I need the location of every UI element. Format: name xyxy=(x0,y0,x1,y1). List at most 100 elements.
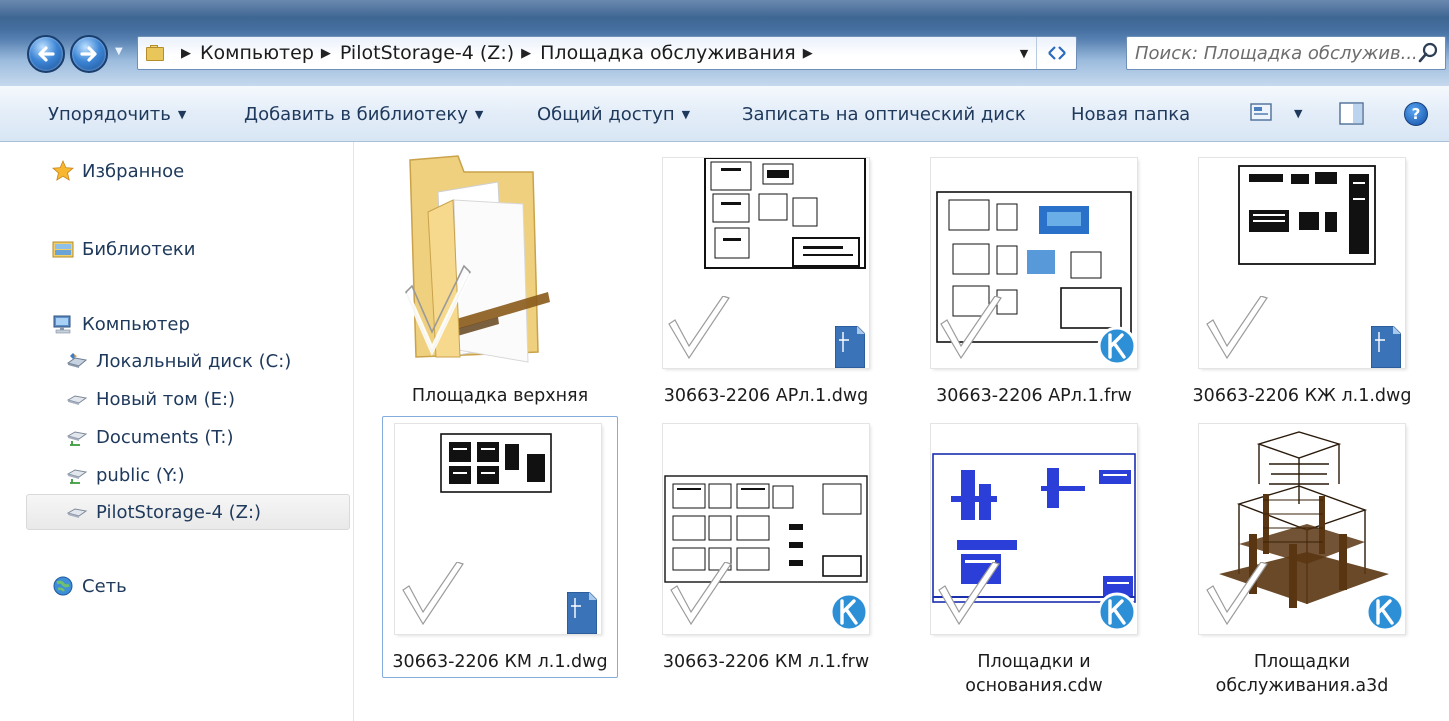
nav-network-label: Сеть xyxy=(82,575,127,597)
nav-libraries-label: Библиотеки xyxy=(82,238,196,260)
refresh-button[interactable] xyxy=(1036,37,1076,69)
preview-pane-button[interactable] xyxy=(1339,102,1365,130)
network-drive-icon xyxy=(66,426,88,448)
breadcrumb-current-folder[interactable]: Площадка обслуживания xyxy=(540,42,796,64)
breadcrumb-separator-icon[interactable]: ▶ xyxy=(803,46,813,61)
file-thumbnail xyxy=(663,158,869,368)
window-left-edge xyxy=(0,142,12,721)
file-name-line2: основания.cdw xyxy=(965,676,1103,696)
file-name: 30663-2206 КМ л.1.frw xyxy=(662,652,870,672)
star-icon xyxy=(52,160,74,182)
file-thumbnail xyxy=(1199,424,1405,634)
burn-label: Записать на оптический диск xyxy=(742,103,1026,125)
kompas-file-icon xyxy=(1097,592,1137,632)
checkmark-overlay-icon xyxy=(1206,562,1268,626)
organize-label: Упорядочить xyxy=(48,103,171,125)
breadcrumb-computer[interactable]: Компьютер xyxy=(200,42,314,64)
forward-button[interactable] xyxy=(70,35,108,73)
file-thumbnail xyxy=(1199,158,1405,368)
nav-drive-y-label: public (Y:) xyxy=(96,464,185,486)
checkmark-overlay-icon xyxy=(402,562,464,626)
checkmark-overlay-icon xyxy=(670,562,732,626)
dwg-file-icon xyxy=(835,326,865,368)
back-button[interactable] xyxy=(27,35,65,73)
change-view-button[interactable]: ▼ xyxy=(1250,102,1302,124)
kompas-file-icon xyxy=(1365,592,1405,632)
file-name: 30663-2206 КМ л.1.dwg xyxy=(392,652,608,672)
dropdown-caret-icon: ▼ xyxy=(474,107,484,121)
drive-icon xyxy=(66,501,88,523)
breadcrumb: ▶ Компьютер ▶ PilotStorage-4 (Z:) ▶ Площ… xyxy=(174,42,822,64)
file-thumbnail xyxy=(395,424,601,634)
address-history-dropdown[interactable]: ▼ xyxy=(1012,47,1036,60)
burn-button[interactable]: Записать на оптический диск xyxy=(742,86,1026,142)
address-bar[interactable]: ▶ Компьютер ▶ PilotStorage-4 (Z:) ▶ Площ… xyxy=(137,36,1077,70)
file-name: Площадки обслуживания.a3d xyxy=(1182,650,1422,698)
refresh-icon xyxy=(1047,46,1066,60)
local-disk-icon xyxy=(66,350,88,372)
nav-computer[interactable]: Компьютер xyxy=(52,313,190,335)
checkmark-overlay-icon xyxy=(940,296,1002,360)
command-bar: Упорядочить ▼ Добавить в библиотеку ▼ Общи… xyxy=(0,86,1449,142)
nav-drive-e-label: Новый том (E:) xyxy=(96,388,236,410)
nav-network[interactable]: Сеть xyxy=(52,575,127,597)
kompas-file-icon xyxy=(1097,326,1137,366)
computer-icon xyxy=(52,313,74,335)
nav-drive-e[interactable]: Новый том (E:) xyxy=(66,388,235,410)
nav-drive-t-label: Documents (T:) xyxy=(96,426,234,448)
nav-drive-z-label: PilotStorage-4 (Z:) xyxy=(96,501,262,523)
drive-icon xyxy=(66,388,88,410)
nav-favorites-label: Избранное xyxy=(82,160,185,182)
nav-drive-t[interactable]: Documents (T:) xyxy=(66,426,233,448)
network-icon xyxy=(52,575,74,597)
new-folder-button[interactable]: Новая папка xyxy=(1071,86,1190,142)
folder-icon xyxy=(146,45,166,61)
libraries-icon xyxy=(52,238,74,260)
nav-drive-c[interactable]: Локальный диск (C:) xyxy=(66,350,291,372)
nav-computer-label: Компьютер xyxy=(82,313,190,335)
share-label: Общий доступ xyxy=(537,103,675,125)
view-icon xyxy=(1250,103,1272,121)
folder-icon xyxy=(404,155,550,363)
forward-arrow-icon xyxy=(80,46,97,62)
file-thumbnail xyxy=(931,424,1137,634)
file-thumbnail xyxy=(931,158,1137,368)
dwg-file-icon xyxy=(1371,326,1401,368)
checkmark-overlay-icon xyxy=(938,562,1000,626)
help-button[interactable]: ? xyxy=(1404,102,1428,126)
nav-drive-c-label: Локальный диск (C:) xyxy=(96,350,292,372)
back-arrow-icon xyxy=(38,46,55,62)
nav-drive-z[interactable]: PilotStorage-4 (Z:) xyxy=(66,501,261,523)
breadcrumb-separator-icon[interactable]: ▶ xyxy=(521,46,531,61)
organize-menu[interactable]: Упорядочить ▼ xyxy=(48,86,186,142)
dwg-file-icon xyxy=(567,592,597,634)
share-menu[interactable]: Общий доступ ▼ xyxy=(537,86,690,142)
view-dropdown-caret-icon[interactable]: ▼ xyxy=(1294,107,1302,120)
window-top-bar: ▼ ▶ Компьютер ▶ PilotStorage-4 (Z:) ▶ Пл… xyxy=(0,0,1449,86)
recent-pages-dropdown[interactable]: ▼ xyxy=(115,46,123,57)
nav-libraries[interactable]: Библиотеки xyxy=(52,238,196,260)
top-bar-glass xyxy=(0,0,1449,30)
file-name: 30663-2206 АРл.1.frw xyxy=(936,386,1132,406)
search-input[interactable] xyxy=(1127,38,1415,68)
breadcrumb-drive[interactable]: PilotStorage-4 (Z:) xyxy=(340,42,514,64)
breadcrumb-separator-icon[interactable]: ▶ xyxy=(321,46,331,61)
file-thumbnail xyxy=(663,424,869,634)
breadcrumb-separator-icon[interactable]: ▶ xyxy=(181,46,191,61)
new-folder-label: Новая папка xyxy=(1071,103,1191,125)
network-drive-icon xyxy=(66,464,88,486)
search-box[interactable] xyxy=(1126,36,1446,70)
file-name-line2: обслуживания.a3d xyxy=(1215,676,1389,696)
file-name: 30663-2206 КЖ л.1.dwg xyxy=(1192,386,1412,406)
nav-favorites[interactable]: Избранное xyxy=(52,160,184,182)
file-name-line1: Площадки xyxy=(1253,652,1351,672)
nav-drive-y[interactable]: public (Y:) xyxy=(66,464,185,486)
preview-pane-icon xyxy=(1339,102,1364,125)
kompas-file-icon xyxy=(829,592,869,632)
file-name: Площадки и основания.cdw xyxy=(914,650,1154,698)
checkmark-overlay-icon xyxy=(1206,296,1268,360)
dropdown-caret-icon: ▼ xyxy=(177,107,187,121)
add-to-library-menu[interactable]: Добавить в библиотеку ▼ xyxy=(244,86,483,142)
file-name: Площадка верхняя xyxy=(411,386,589,406)
search-icon[interactable] xyxy=(1415,40,1441,66)
